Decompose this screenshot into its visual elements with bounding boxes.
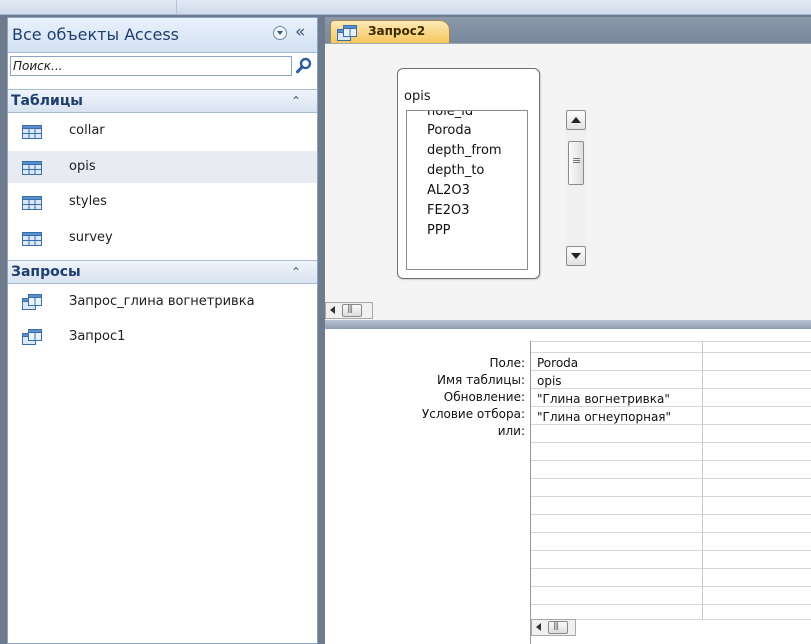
nav-item-query-clay[interactable]: Запрос_глина вогнетривка [8, 286, 317, 318]
nav-item-label: survey [69, 230, 113, 245]
scroll-up-icon[interactable] [566, 110, 586, 130]
table-box-opis[interactable]: opis hole_id Poroda depth_from depth_to … [397, 68, 540, 279]
field-item[interactable]: Poroda [427, 123, 472, 138]
row-label-table: Имя таблицы: [437, 373, 525, 387]
nav-item-label: Запрос1 [69, 329, 126, 344]
nav-item-styles[interactable]: styles [8, 186, 317, 218]
search-icon[interactable] [294, 56, 314, 76]
navigation-pane: Все объекты Access « Поиск... Таблицы ⌃ … [7, 17, 318, 644]
nav-pane-splitter[interactable] [318, 17, 325, 644]
grid-row-labels: Поле: Имя таблицы: Обновление: Условие о… [325, 356, 525, 456]
grid-cell-table[interactable]: opis [537, 374, 562, 388]
collapse-pane-icon[interactable]: « [295, 22, 305, 42]
field-item[interactable]: hole_id [427, 111, 473, 119]
row-label-or: или: [497, 424, 525, 438]
group-label-queries: Запросы [11, 264, 81, 280]
table-icon [22, 196, 42, 210]
scroll-thumb[interactable] [342, 304, 362, 317]
query-icon [22, 294, 42, 310]
scroll-thumb[interactable] [548, 621, 568, 634]
nav-pane-dropdown-icon[interactable] [273, 26, 287, 40]
tab-label: Запрос2 [368, 24, 426, 38]
ribbon-separator [176, 0, 177, 14]
group-header-queries[interactable]: Запросы ⌃ [8, 260, 317, 284]
search-placeholder: Поиск... [13, 59, 63, 73]
table-box-title: opis [404, 89, 431, 104]
pane-divider[interactable] [325, 320, 811, 329]
upper-horizontal-scrollbar[interactable] [325, 302, 373, 319]
nav-pane-title: Все объекты Access [12, 25, 179, 44]
tab-query2[interactable]: Запрос2 [330, 20, 450, 44]
design-grid[interactable]: Poroda opis "Глина вогнетривка" "Глина о… [530, 341, 811, 644]
nav-pane-header[interactable]: Все объекты Access « [8, 18, 317, 53]
nav-item-collar[interactable]: collar [8, 115, 317, 147]
nav-item-label: styles [69, 194, 107, 209]
row-label-field: Поле: [489, 356, 525, 370]
nav-item-label: collar [69, 123, 105, 138]
ribbon-bottom-edge [0, 0, 811, 15]
nav-item-query1[interactable]: Запрос1 [8, 321, 317, 353]
table-icon [22, 161, 42, 175]
field-item[interactable]: depth_from [427, 143, 502, 158]
scroll-down-icon[interactable] [566, 246, 586, 266]
grid-cell-field[interactable]: Poroda [537, 356, 578, 370]
field-item[interactable]: PPP [427, 223, 451, 238]
table-field-list[interactable]: hole_id Poroda depth_from depth_to AL2O3… [406, 110, 528, 270]
table-icon [22, 125, 42, 139]
nav-item-opis[interactable]: opis [8, 151, 317, 183]
query-icon [337, 25, 357, 41]
nav-item-label: Запрос_глина вогнетривка [69, 294, 255, 309]
field-item[interactable]: AL2O3 [427, 183, 470, 198]
grid-cell-update[interactable]: "Глина вогнетривка" [537, 392, 670, 406]
scroll-left-icon[interactable] [532, 620, 547, 635]
row-label-update: Обновление: [443, 390, 525, 404]
nav-item-label: opis [69, 159, 96, 174]
search-input[interactable]: Поиск... [10, 56, 292, 76]
group-header-tables[interactable]: Таблицы ⌃ [8, 89, 317, 113]
grid-cell-criteria[interactable]: "Глина огнеупорная" [537, 410, 671, 424]
scroll-thumb[interactable] [568, 141, 584, 185]
field-item[interactable]: FE2O3 [427, 203, 469, 218]
group-label-tables: Таблицы [11, 93, 83, 109]
field-list-scrollbar[interactable] [566, 110, 586, 266]
nav-item-survey[interactable]: survey [8, 222, 317, 254]
row-label-criteria: Условие отбора: [421, 407, 525, 421]
query-icon [22, 329, 42, 345]
collapse-group-icon[interactable]: ⌃ [291, 265, 301, 279]
field-item[interactable]: depth_to [427, 163, 484, 178]
collapse-group-icon[interactable]: ⌃ [291, 94, 301, 108]
scroll-left-icon[interactable] [326, 303, 341, 318]
table-icon [22, 232, 42, 246]
grid-horizontal-scrollbar[interactable] [531, 619, 576, 636]
